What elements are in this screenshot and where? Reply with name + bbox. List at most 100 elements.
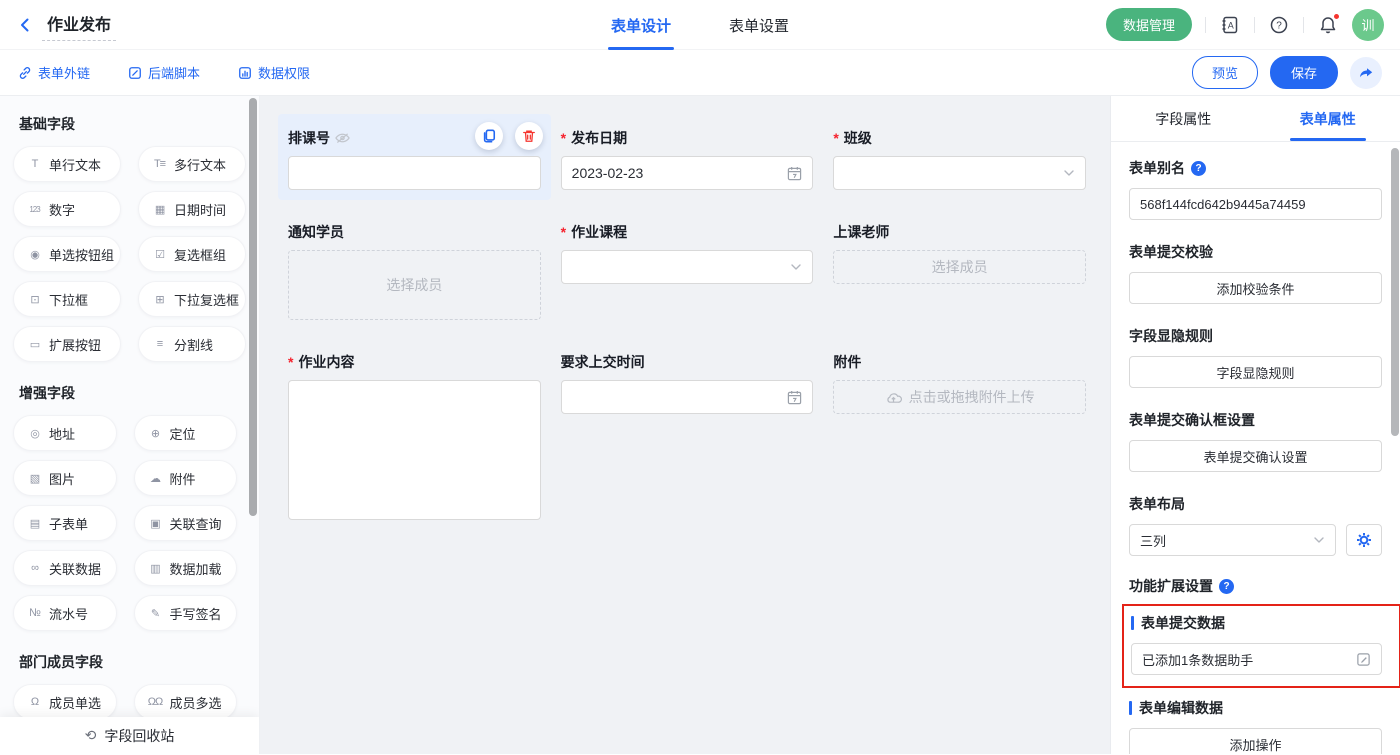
tab-form-properties[interactable]: 表单属性 xyxy=(1256,96,1400,141)
layout-select[interactable]: 三列 xyxy=(1129,524,1336,556)
pill-label: 分割线 xyxy=(174,335,213,354)
member-picker[interactable]: 选择成员 xyxy=(833,250,1086,284)
tab-form-design[interactable]: 表单设计 xyxy=(611,0,671,50)
top-bar: 作业发布 表单设计 表单设置 数据管理 A ? 训 xyxy=(0,0,1400,50)
member-picker[interactable]: 选择成员 xyxy=(288,250,541,320)
delete-field-button[interactable] xyxy=(515,122,543,150)
sidebar-item-number[interactable]: 123数字 xyxy=(13,191,121,227)
submit-confirm-button[interactable]: 表单提交确认设置 xyxy=(1129,440,1382,472)
field-notify-students[interactable]: 通知学员 选择成员 xyxy=(278,208,551,330)
pill-label: 手写签名 xyxy=(170,604,222,623)
section-title-member-fields: 部门成员字段 xyxy=(19,652,237,672)
sidebar-item-dropdown[interactable]: ⊡下拉框 xyxy=(13,281,121,317)
select-input[interactable] xyxy=(561,250,814,284)
back-button[interactable] xyxy=(16,16,34,34)
help-icon[interactable]: ? xyxy=(1268,14,1290,36)
pill-label: 复选框组 xyxy=(174,245,226,264)
panel-scrollbar[interactable] xyxy=(1391,148,1399,436)
button-label: 表单提交确认设置 xyxy=(1203,447,1307,466)
share-button[interactable] xyxy=(1350,57,1382,89)
sidebar-item-image[interactable]: ▧图片 xyxy=(13,460,117,496)
tab-form-settings[interactable]: 表单设置 xyxy=(729,0,789,50)
share-arrow-icon xyxy=(1358,65,1374,81)
field-publish-date[interactable]: * 发布日期 2023-02-23 xyxy=(551,114,824,200)
help-circle-icon[interactable]: ? xyxy=(1219,579,1234,594)
field-label: 发布日期 xyxy=(571,128,627,148)
select-input[interactable] xyxy=(833,156,1086,190)
help-circle-icon[interactable]: ? xyxy=(1191,161,1206,176)
backend-script-link[interactable]: 后端脚本 xyxy=(128,63,200,82)
sidebar-item-divider[interactable]: ≡分割线 xyxy=(138,326,246,362)
visibility-rules-button[interactable]: 字段显隐规则 xyxy=(1129,356,1382,388)
pill-label: 单选按钮组 xyxy=(49,245,114,264)
field-class[interactable]: *班级 xyxy=(823,114,1096,200)
field-teacher[interactable]: 上课老师 选择成员 xyxy=(823,208,1096,330)
sidebar-item-member-single[interactable]: Ω成员单选 xyxy=(13,684,117,720)
form-external-link[interactable]: 表单外链 xyxy=(18,63,90,82)
date-input[interactable]: 2023-02-23 xyxy=(561,156,814,190)
subform-icon: ▤ xyxy=(27,517,42,530)
sidebar-item-location[interactable]: ⊕定位 xyxy=(134,415,238,451)
hidden-eye-icon xyxy=(335,132,350,144)
required-mark: * xyxy=(561,130,566,146)
data-permission-link[interactable]: 数据权限 xyxy=(238,63,310,82)
field-label: 排课号 xyxy=(288,128,330,148)
pill-label: 扩展按钮 xyxy=(49,335,101,354)
attachment-upload[interactable]: 点击或拖拽附件上传 xyxy=(833,380,1086,414)
date-input[interactable] xyxy=(561,380,814,414)
permission-icon xyxy=(238,66,252,80)
pill-label: 成员多选 xyxy=(170,693,222,712)
tab-field-properties[interactable]: 字段属性 xyxy=(1111,96,1256,141)
textarea-input[interactable] xyxy=(288,380,541,520)
sidebar-item-multi-line-text[interactable]: T≡多行文本 xyxy=(138,146,246,182)
sidebar-item-multi-dropdown[interactable]: ⊞下拉复选框 xyxy=(138,281,246,317)
sidebar-item-member-multi[interactable]: ΩΩ成员多选 xyxy=(134,684,238,720)
pill-label: 关联查询 xyxy=(170,514,222,533)
text-input[interactable] xyxy=(288,156,541,190)
sidebar-item-single-line-text[interactable]: T单行文本 xyxy=(13,146,121,182)
add-validation-button[interactable]: 添加校验条件 xyxy=(1129,272,1382,304)
sidebar-item-attachment[interactable]: ☁附件 xyxy=(134,460,238,496)
sidebar-item-serial-number[interactable]: №流水号 xyxy=(13,595,117,631)
field-homework-content[interactable]: *作业内容 xyxy=(278,338,551,530)
submit-data-field[interactable]: 已添加1条数据助手 xyxy=(1131,643,1382,675)
sidebar-item-address[interactable]: ◎地址 xyxy=(13,415,117,451)
add-operation-button[interactable]: 添加操作 xyxy=(1129,728,1382,754)
form-alias-input[interactable]: 568f144fcd642b9445a74459 xyxy=(1129,188,1382,220)
pill-label: 数据加载 xyxy=(170,559,222,578)
avatar[interactable]: 训 xyxy=(1352,9,1384,41)
required-mark: * xyxy=(288,354,293,370)
sidebar-item-linked-query[interactable]: ▣关联查询 xyxy=(134,505,238,541)
cloud-icon: ☁ xyxy=(148,472,163,485)
pill-label: 下拉框 xyxy=(49,290,88,309)
sidebar-item-radio-group[interactable]: ◉单选按钮组 xyxy=(13,236,121,272)
preview-button[interactable]: 预览 xyxy=(1192,56,1258,89)
sidebar-item-data-load[interactable]: ▥数据加载 xyxy=(134,550,238,586)
page-title[interactable]: 作业发布 xyxy=(42,9,116,41)
field-attachment[interactable]: 附件 点击或拖拽附件上传 xyxy=(823,338,1096,530)
sidebar-item-signature[interactable]: ✎手写签名 xyxy=(134,595,238,631)
field-homework-course[interactable]: *作业课程 xyxy=(551,208,824,330)
notification-bell-icon[interactable] xyxy=(1317,14,1339,36)
number-icon: 123 xyxy=(27,205,42,214)
field-recycle-bin[interactable]: ⟲ 字段回收站 xyxy=(0,717,259,754)
layout-settings-button[interactable] xyxy=(1346,524,1382,556)
glossary-book-icon[interactable]: A xyxy=(1219,14,1241,36)
sidebar-item-datetime[interactable]: ▦日期时间 xyxy=(138,191,246,227)
copy-field-button[interactable] xyxy=(475,122,503,150)
save-button[interactable]: 保存 xyxy=(1270,56,1338,89)
data-manage-button[interactable]: 数据管理 xyxy=(1106,8,1192,41)
checkbox-icon: ☑ xyxy=(152,248,167,261)
field-schedule-number[interactable]: 排课号 xyxy=(278,114,551,200)
chevron-down-icon xyxy=(1063,167,1075,179)
date-value: 2023-02-23 xyxy=(572,165,644,181)
field-due-time[interactable]: 要求上交时间 xyxy=(551,338,824,530)
sidebar-scrollbar[interactable] xyxy=(249,98,257,516)
sidebar-item-checkbox-group[interactable]: ☑ 复选框组 xyxy=(138,236,246,272)
sidebar-item-linked-data[interactable]: ∞关联数据 xyxy=(13,550,117,586)
image-icon: ▧ xyxy=(27,472,42,485)
sidebar-item-extend-button[interactable]: ▭扩展按钮 xyxy=(13,326,121,362)
edit-icon[interactable] xyxy=(1356,652,1371,667)
sidebar-item-subform[interactable]: ▤子表单 xyxy=(13,505,117,541)
main-tabs: 表单设计 表单设置 xyxy=(611,0,789,50)
